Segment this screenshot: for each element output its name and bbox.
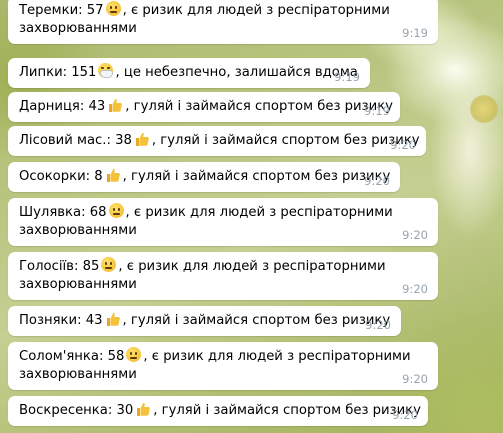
- message-text-start: Теремки: 57: [19, 3, 104, 18]
- thumbs-up-icon: [106, 168, 120, 182]
- message-bubble[interactable]: Липки: 151 , це небезпечно, залишайся вдо…: [8, 58, 370, 88]
- neutral-face-icon: [108, 203, 124, 218]
- message-text: Воскресенка: 30 , гуляй і займайся спорто…: [19, 401, 421, 420]
- thumbs-up-icon: [106, 312, 120, 326]
- message-text-start: Дарниця: 43: [19, 99, 106, 114]
- message-text: Голосіїв: 85, є ризик для людей з респір…: [19, 257, 428, 294]
- message-text: Шулявка: 68, є ризик для людей з респіра…: [19, 203, 428, 240]
- message-bubble[interactable]: Шулявка: 68, є ризик для людей з респіра…: [8, 198, 438, 246]
- neutral-face-icon: [126, 347, 142, 362]
- message-text: Липки: 151 , це небезпечно, залишайся вдо…: [19, 63, 360, 82]
- message-text: Дарниця: 43 , гуляй і займайся спортом бе…: [19, 97, 393, 116]
- message-time: 9:19: [364, 104, 390, 118]
- message-time: 9:20: [390, 138, 416, 152]
- message-text-start: Позняки: 43: [19, 313, 103, 328]
- message-list: Теремки: 57, є ризик для людей з респіра…: [0, 0, 503, 433]
- message-text-end: , це небезпечно, залишайся вдома: [115, 65, 358, 80]
- message-time: 9:19: [334, 70, 360, 84]
- message-text-end: , гуляй і займайся спортом без ризику: [151, 133, 420, 148]
- neutral-face-icon: [101, 257, 117, 272]
- message-text-end: , гуляй і займайся спортом без ризику: [122, 169, 391, 184]
- thumbs-up-icon: [109, 98, 123, 112]
- message-text: Осокорки: 8 , гуляй і займайся спортом бе…: [19, 167, 390, 186]
- thumbs-up-icon: [135, 132, 149, 146]
- mask-face-icon: [98, 63, 114, 78]
- message-text: Лісовий мас.: 38 , гуляй і займайся спорт…: [19, 131, 420, 150]
- message-text-start: Голосіїв: 85: [19, 259, 100, 274]
- message-bubble[interactable]: Осокорки: 8 , гуляй і займайся спортом бе…: [8, 162, 400, 192]
- message-text: Теремки: 57, є ризик для людей з респіра…: [19, 1, 428, 38]
- message-bubble[interactable]: Лісовий мас.: 38 , гуляй і займайся спорт…: [8, 126, 426, 156]
- message-text-end: , гуляй і займайся спортом без ризику: [125, 99, 393, 114]
- message-text-end: , гуляй і займайся спортом без ризику: [122, 313, 391, 328]
- message-text-start: Лісовий мас.: 38: [19, 133, 132, 148]
- message-time: 9:20: [365, 318, 391, 332]
- message-text-end: , гуляй і займайся спортом без ризику: [153, 403, 421, 418]
- message-time: 9:20: [402, 282, 428, 296]
- message-bubble[interactable]: Позняки: 43 , гуляй і займайся спортом бе…: [8, 306, 401, 336]
- message-text-start: Воскресенка: 30: [19, 403, 134, 418]
- message-text-start: Осокорки: 8: [19, 169, 103, 184]
- message-text: Позняки: 43 , гуляй і займайся спортом бе…: [19, 311, 391, 330]
- neutral-face-icon: [105, 1, 121, 16]
- message-bubble[interactable]: Теремки: 57, є ризик для людей з респіра…: [8, 0, 438, 44]
- message-time: 9:20: [402, 372, 428, 386]
- message-time: 9:19: [402, 26, 428, 40]
- message-time: 9:20: [402, 228, 428, 242]
- message-time: 9:20: [364, 174, 390, 188]
- message-bubble[interactable]: Воскресенка: 30 , гуляй і займайся спорто…: [8, 396, 428, 426]
- message-time: 9:20: [392, 408, 418, 422]
- message-bubble[interactable]: Голосіїв: 85, є ризик для людей з респір…: [8, 252, 438, 300]
- message-text-start: Солом'янка: 58: [19, 349, 125, 364]
- thumbs-up-icon: [137, 402, 151, 416]
- message-text-start: Шулявка: 68: [19, 205, 107, 220]
- message-text: Солом'янка: 58, є ризик для людей з респ…: [19, 347, 428, 384]
- message-text-start: Липки: 151: [19, 65, 97, 80]
- message-bubble[interactable]: Дарниця: 43 , гуляй і займайся спортом бе…: [8, 92, 400, 122]
- message-bubble[interactable]: Солом'янка: 58, є ризик для людей з респ…: [8, 342, 438, 390]
